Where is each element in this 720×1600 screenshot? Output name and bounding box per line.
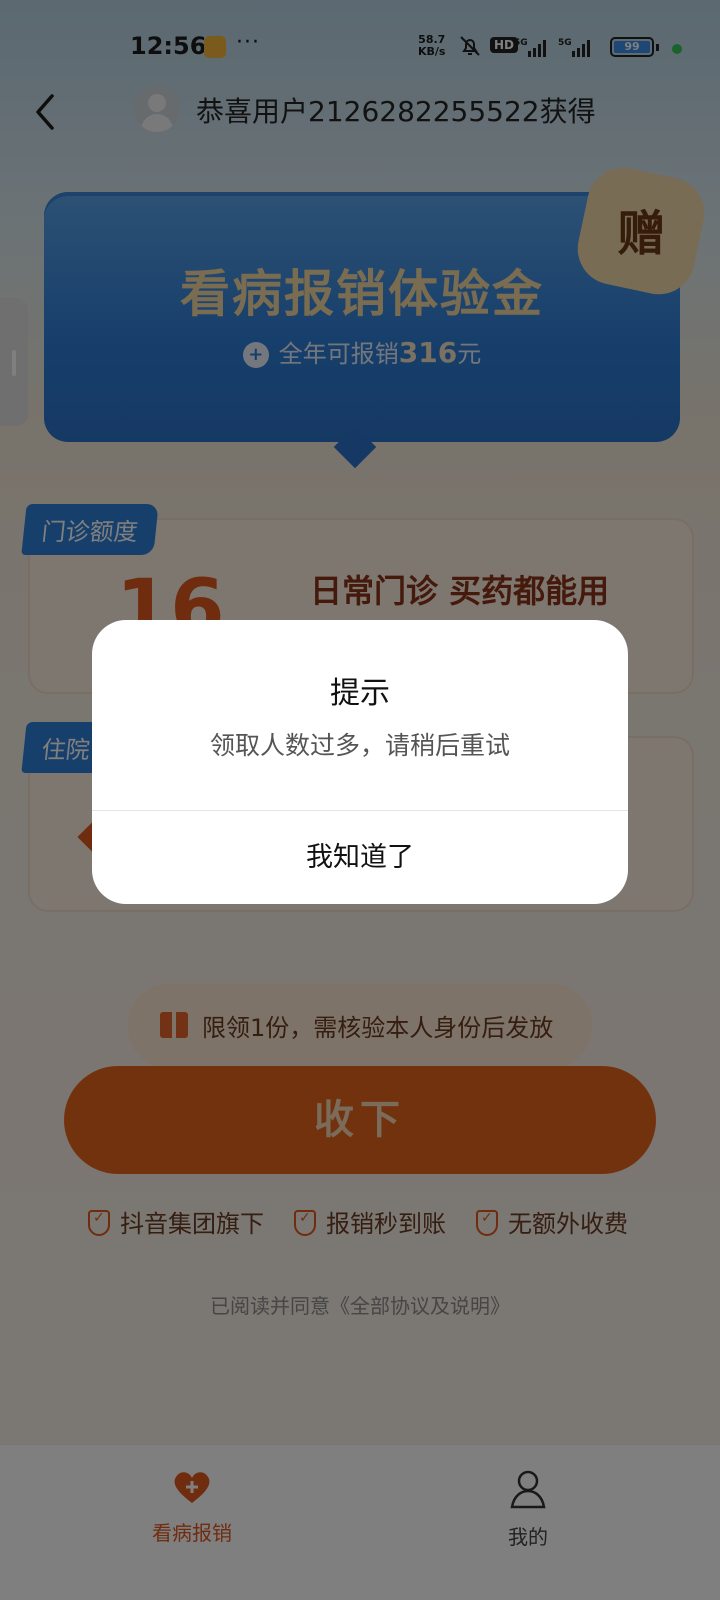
dialog-title: 提示 [330, 676, 390, 711]
alert-dialog: 提示 领取人数过多，请稍后重试 我知道了 [92, 620, 628, 904]
dialog-confirm-button[interactable]: 我知道了 [92, 811, 628, 904]
dialog-message: 领取人数过多，请稍后重试 [209, 731, 510, 760]
